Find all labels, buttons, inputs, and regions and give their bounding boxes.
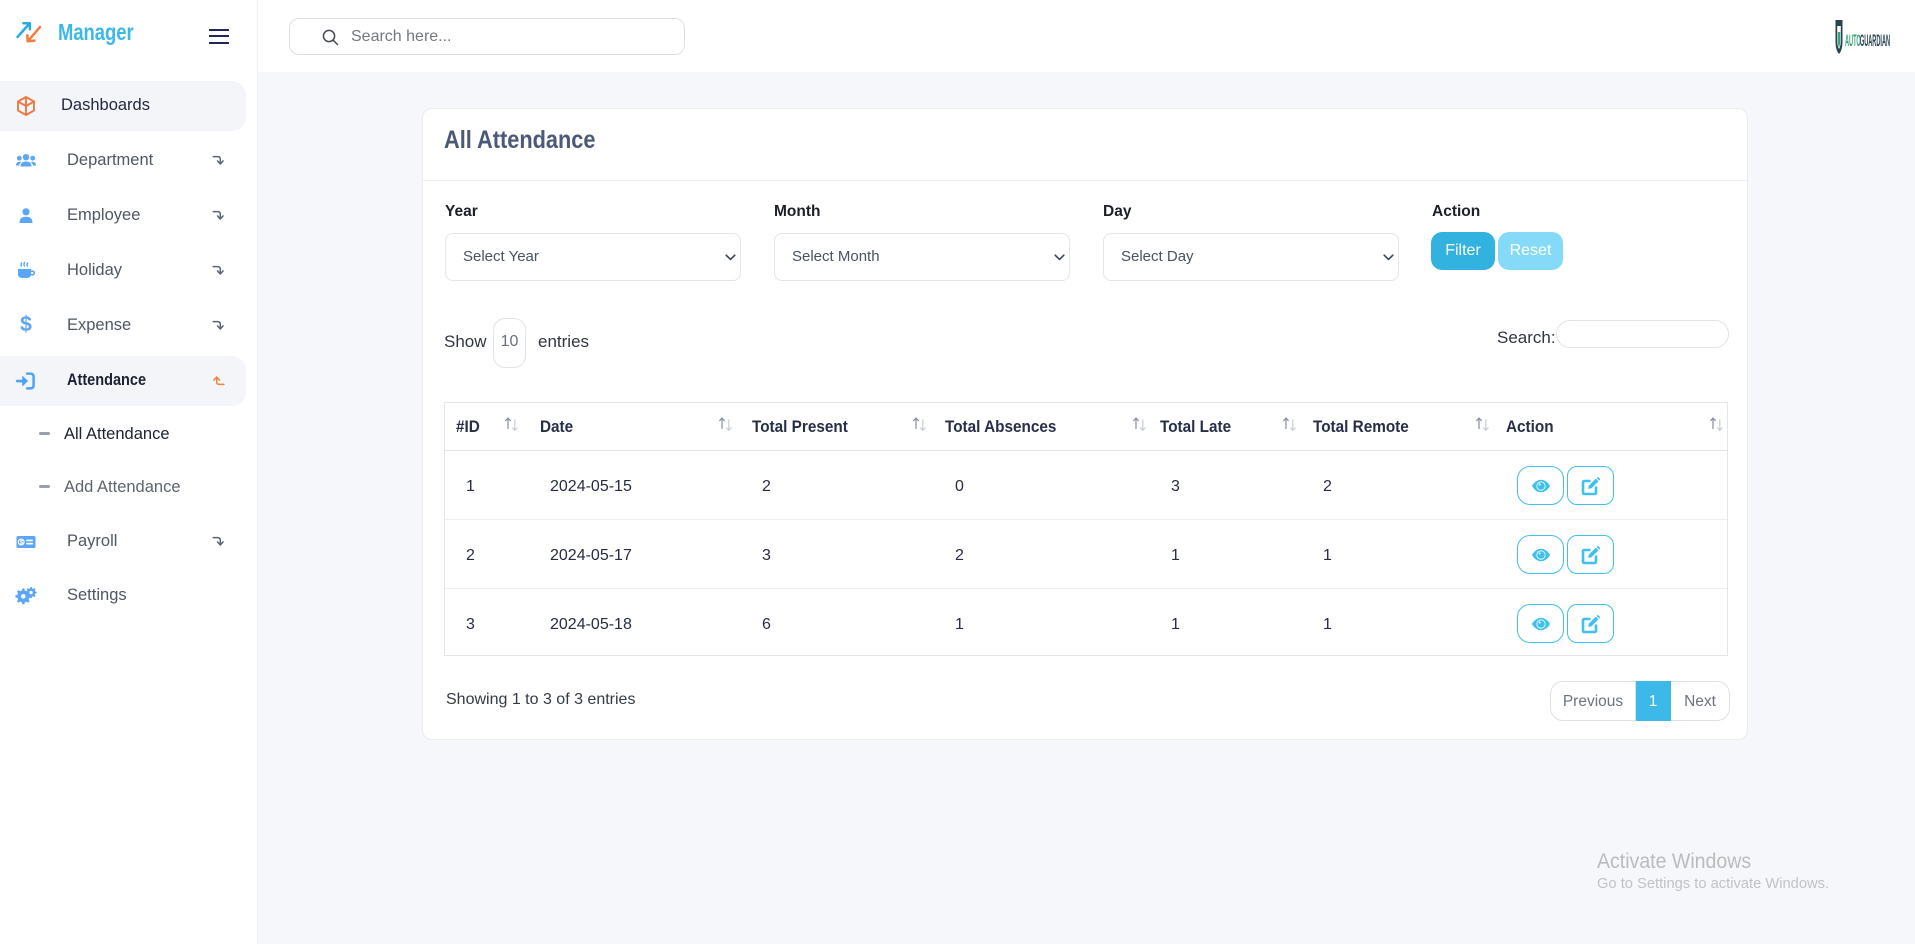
svg-text:$: $ — [20, 539, 24, 546]
svg-text:GUARDIAN: GUARDIAN — [1860, 31, 1890, 50]
svg-text:AUTO: AUTO — [1845, 31, 1861, 50]
